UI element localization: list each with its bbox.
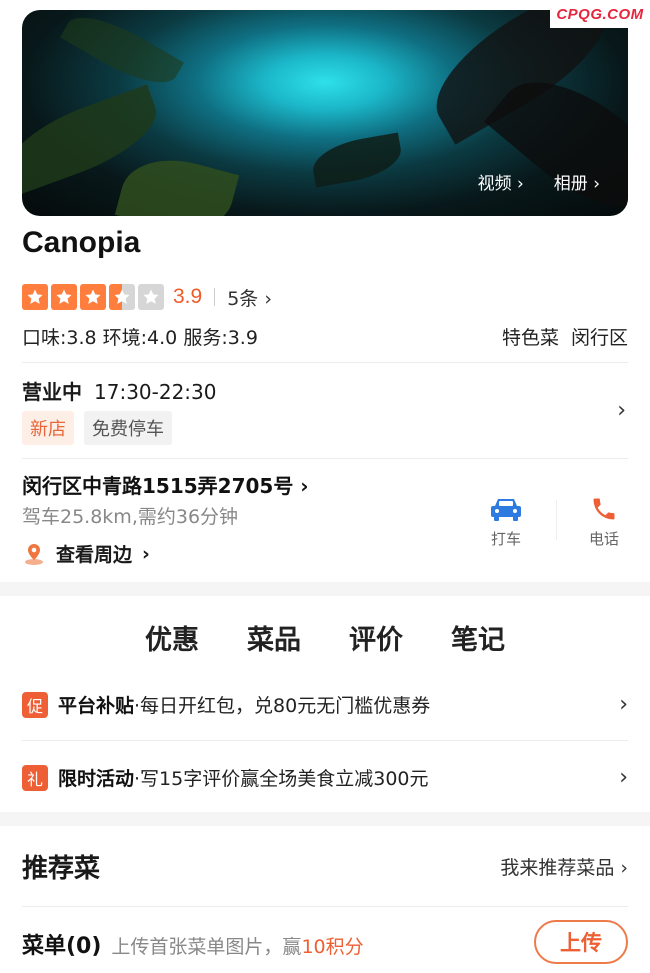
chevron-right-icon[interactable]: ›: [617, 398, 626, 423]
tab-offers[interactable]: 优惠: [143, 618, 201, 661]
rating-score: 3.9: [173, 285, 203, 308]
drive-info: 驾车25.8km,需约36分钟: [22, 506, 239, 528]
car-icon: [491, 499, 521, 521]
tab-bar: 优惠 菜品 评价 笔记: [0, 618, 650, 661]
promo-desc: ·每日开红包，兑80元无门槛优惠券: [134, 695, 431, 717]
promo-item[interactable]: 促 平台补贴 ·每日开红包，兑80元无门槛优惠券 ›: [22, 691, 628, 718]
location-pin-icon: [25, 543, 43, 565]
video-link[interactable]: 视频 ›: [478, 169, 524, 194]
action-divider: [556, 500, 557, 540]
star-icon: [80, 284, 106, 310]
star-empty-icon: [138, 284, 164, 310]
tab-reviews[interactable]: 评价: [349, 618, 403, 657]
menu-label: 菜单(0): [22, 934, 102, 959]
star-icon: [22, 284, 48, 310]
menu-row: 菜单(0) 上传首张菜单图片，赢10积分: [22, 928, 364, 960]
chevron-right-icon: ›: [619, 692, 628, 717]
address-link[interactable]: 闵行区中青路1515弄2705号 ›: [22, 470, 309, 499]
parking-badge: 免费停车: [84, 411, 172, 445]
promo-badge-icon: 礼: [22, 764, 48, 791]
taxi-button[interactable]: 打车: [476, 494, 536, 549]
feature-badges: 新店 免费停车: [22, 411, 172, 445]
category-tags: 特色菜 闵行区: [502, 323, 628, 350]
nearby-link[interactable]: 查看周边 ›: [22, 540, 150, 567]
upload-button[interactable]: 上传: [534, 920, 628, 964]
hero-image[interactable]: 视频 › 相册 ›: [22, 10, 628, 216]
recommend-dish-link[interactable]: 我来推荐菜品 ›: [500, 853, 628, 880]
business-hours[interactable]: 营业中 17:30-22:30: [22, 376, 217, 405]
divider: [22, 906, 628, 907]
star-icon: [51, 284, 77, 310]
chevron-right-icon: ›: [619, 765, 628, 790]
open-time: 17:30-22:30: [94, 380, 217, 404]
menu-hint: 上传首张菜单图片，赢10积分: [111, 936, 364, 958]
watermark: CPQG.COM: [550, 0, 650, 28]
phone-icon: [593, 498, 615, 520]
phone-button[interactable]: 电话: [574, 494, 634, 549]
section-gap: [0, 582, 650, 596]
divider: [22, 362, 628, 363]
promo-item[interactable]: 礼 限时活动 ·写15字评价赢全场美食立减300元 ›: [22, 764, 628, 791]
promo-badge-icon: 促: [22, 691, 48, 718]
divider: [22, 740, 628, 741]
section-gap: [0, 812, 650, 826]
new-store-badge: 新店: [22, 411, 74, 445]
tab-notes[interactable]: 笔记: [451, 618, 505, 657]
open-status: 营业中: [22, 380, 82, 404]
star-half-icon: [109, 284, 135, 310]
divider: [22, 458, 628, 459]
district-tag: 闵行区: [570, 327, 628, 349]
promo-title: 限时活动: [58, 768, 135, 790]
album-link[interactable]: 相册 ›: [554, 169, 600, 194]
promo-desc: ·写15字评价赢全场美食立减300元: [134, 768, 429, 790]
rating-row: 3.9 5条 ›: [22, 284, 272, 310]
sub-scores: 口味:3.8 环境:4.0 服务:3.9: [22, 327, 258, 349]
restaurant-name: Canopia: [22, 226, 141, 259]
promo-title: 平台补贴: [58, 695, 135, 717]
rating-divider: [214, 288, 216, 306]
review-count-link[interactable]: 5条 ›: [227, 284, 272, 311]
category-tag: 特色菜: [501, 327, 559, 349]
tab-dishes[interactable]: 菜品: [247, 618, 301, 657]
recommend-title: 推荐菜: [22, 854, 101, 884]
